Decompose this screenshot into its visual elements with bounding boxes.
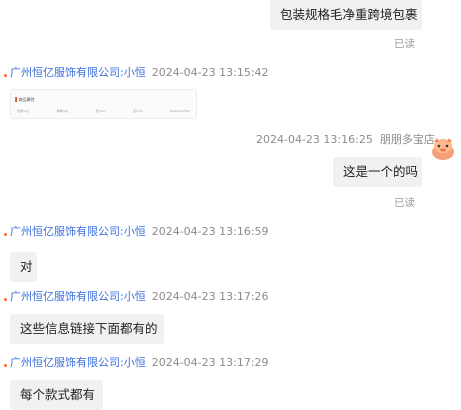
- card-column: 宽(cm): [132, 109, 143, 113]
- product-info-card[interactable]: | 商品属性 毛重(kg) 净重(kg) 长(cm) 宽(cm) Now/Tbo…: [10, 89, 197, 119]
- message-meta: 广州恒亿服饰有限公司:小恒 2024-04-23 13:15:42: [10, 66, 269, 80]
- avatar[interactable]: [429, 135, 457, 163]
- message-time: 2024-04-23 13:16:25: [256, 133, 373, 146]
- message-meta: 2024-04-23 13:16:25 朋朋多宝店: [256, 133, 435, 147]
- outgoing-message[interactable]: 包装规格毛净重跨境包裹: [270, 0, 422, 30]
- message-meta: 广州恒亿服饰有限公司:小恒 2024-04-23 13:17:26: [10, 290, 269, 304]
- sender-name[interactable]: 广州恒亿服饰有限公司:小恒: [10, 356, 146, 369]
- unread-dot: [4, 364, 7, 367]
- message-meta: 广州恒亿服饰有限公司:小恒 2024-04-23 13:17:29: [10, 356, 269, 370]
- message-meta: 广州恒亿服饰有限公司:小恒 2024-04-23 13:16:59: [10, 225, 269, 239]
- outgoing-message[interactable]: 这是一个的吗: [333, 157, 422, 187]
- read-status: 已读: [394, 197, 415, 209]
- message-time: 2024-04-23 13:16:59: [151, 225, 269, 238]
- unread-dot: [4, 298, 7, 301]
- sender-name: 朋朋多宝店: [379, 133, 435, 146]
- incoming-message[interactable]: 这些信息链接下面都有的: [10, 314, 164, 344]
- message-time: 2024-04-23 13:17:26: [151, 290, 269, 303]
- incoming-message[interactable]: 每个款式都有: [10, 380, 103, 410]
- sender-name[interactable]: 广州恒亿服饰有限公司:小恒: [10, 66, 146, 79]
- unread-dot: [4, 233, 7, 236]
- card-column: Now/Tbo/Tbo: [170, 109, 190, 113]
- card-column: 长(cm): [95, 109, 106, 113]
- unread-dot: [4, 74, 7, 77]
- incoming-message[interactable]: 对: [10, 252, 37, 282]
- card-title: | 商品属性: [16, 97, 35, 102]
- read-status: 已读: [394, 38, 415, 50]
- sender-name[interactable]: 广州恒亿服饰有限公司:小恒: [10, 290, 146, 303]
- card-column: 净重(kg): [56, 109, 69, 113]
- sender-name[interactable]: 广州恒亿服饰有限公司:小恒: [10, 225, 146, 238]
- message-time: 2024-04-23 13:17:29: [151, 356, 269, 369]
- card-column: 毛重(kg): [17, 109, 29, 113]
- card-columns: 毛重(kg) 净重(kg) 长(cm) 宽(cm) Now/Tbo/Tbo: [17, 109, 190, 113]
- message-time: 2024-04-23 13:15:42: [151, 66, 269, 79]
